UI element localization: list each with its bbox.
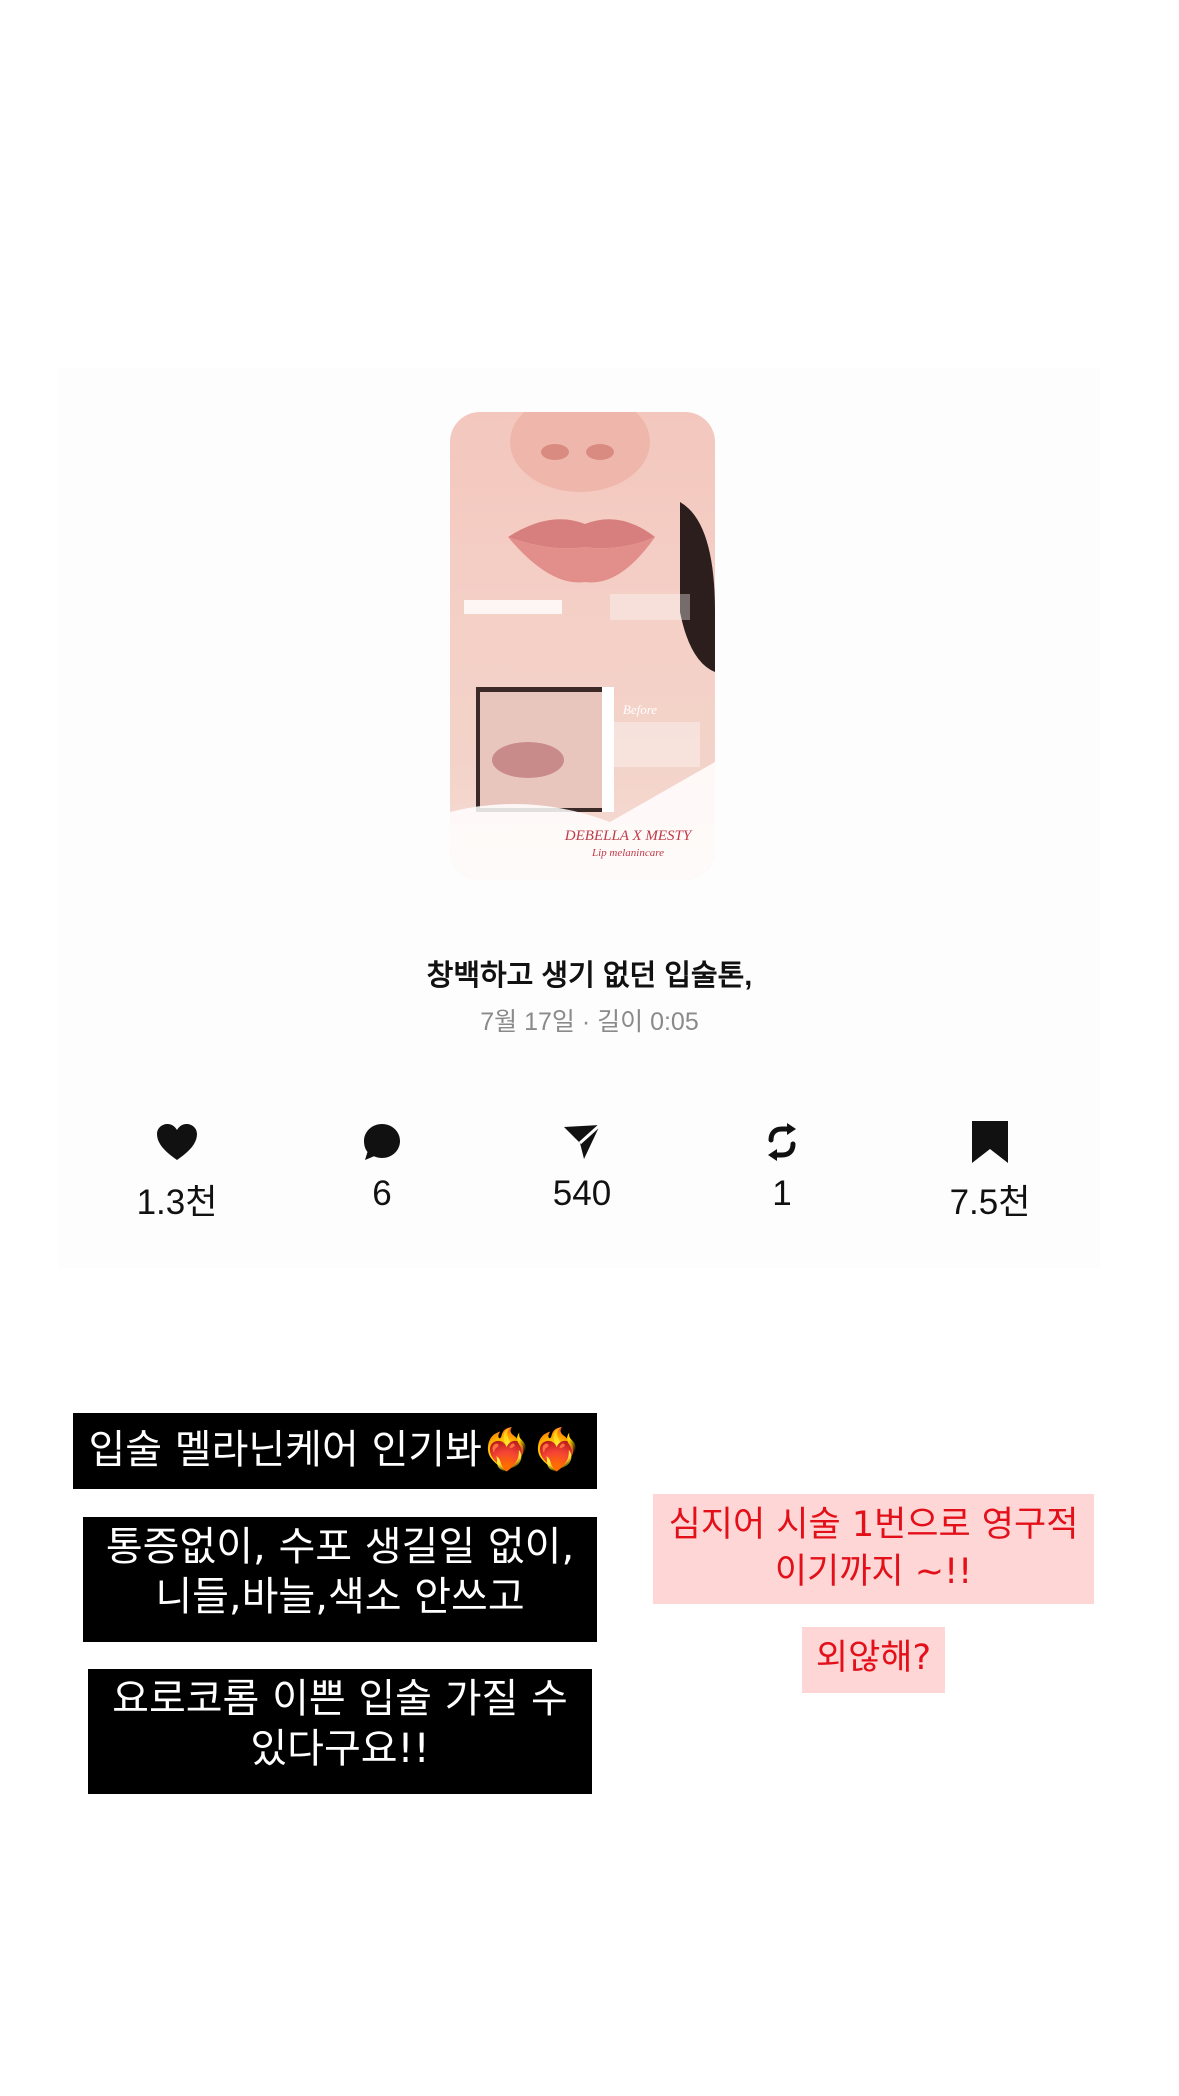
- post-meta: 7월 17일 · 길이 0:05: [480, 1008, 699, 1036]
- share-button[interactable]: 540: [512, 1120, 652, 1214]
- brand-line-2: Lip melanincare: [591, 847, 664, 859]
- caption-2: 통증없이, 수포 생길일 없이, 니들,바늘,색소 안쓰고: [83, 1517, 597, 1642]
- share-count: 540: [552, 1174, 612, 1213]
- video-thumbnail[interactable]: Before DEBELLA X MESTY Lip melanincare: [450, 412, 715, 880]
- caption-1-text: 입술 멜라닌케어 인기봐❤️‍🔥❤️‍🔥: [88, 1427, 582, 1473]
- caption-3-line-1: 요로코롬 이쁜 입술 가질 수: [112, 1676, 568, 1722]
- caption-2-line-1: 통증없이, 수포 생길일 없이,: [105, 1524, 575, 1570]
- send-icon: [564, 1123, 602, 1159]
- comment-count: 6: [372, 1174, 392, 1213]
- bookmark-icon: [972, 1121, 1008, 1163]
- pink-caption-1-line-2: 이기까지 ~!!: [774, 1552, 973, 1592]
- caption-3: 요로코롬 이쁜 입술 가질 수 있다구요!!: [88, 1669, 592, 1794]
- pink-caption-2: 외않해?: [802, 1627, 945, 1693]
- heart-icon: [157, 1124, 197, 1160]
- post-title: 창백하고 생기 없던 입술톤,: [426, 960, 753, 992]
- pink-caption-1: 심지어 시술 1번으로 영구적 이기까지 ~!!: [653, 1494, 1094, 1604]
- repost-icon: [768, 1123, 796, 1161]
- before-label: Before: [623, 702, 657, 717]
- brand-line-1: DEBELLA X MESTY: [564, 828, 693, 844]
- save-count: 7.5천: [949, 1183, 1031, 1222]
- like-count: 1.3천: [136, 1183, 218, 1222]
- comment-button[interactable]: 6: [312, 1120, 452, 1214]
- like-button[interactable]: 1.3천: [107, 1120, 247, 1225]
- repost-count: 1: [772, 1174, 792, 1213]
- repost-button[interactable]: 1: [712, 1120, 852, 1214]
- save-button[interactable]: 7.5천: [920, 1120, 1060, 1225]
- caption-2-line-2: 니들,바늘,색소 안쓰고: [155, 1574, 525, 1620]
- caption-1: 입술 멜라닌케어 인기봐❤️‍🔥❤️‍🔥: [73, 1413, 597, 1489]
- comment-icon: [364, 1124, 400, 1160]
- pink-caption-1-line-1: 심지어 시술 1번으로 영구적: [668, 1505, 1079, 1545]
- pink-caption-2-text: 외않해?: [815, 1638, 932, 1678]
- caption-3-line-2: 있다구요!!: [250, 1726, 430, 1772]
